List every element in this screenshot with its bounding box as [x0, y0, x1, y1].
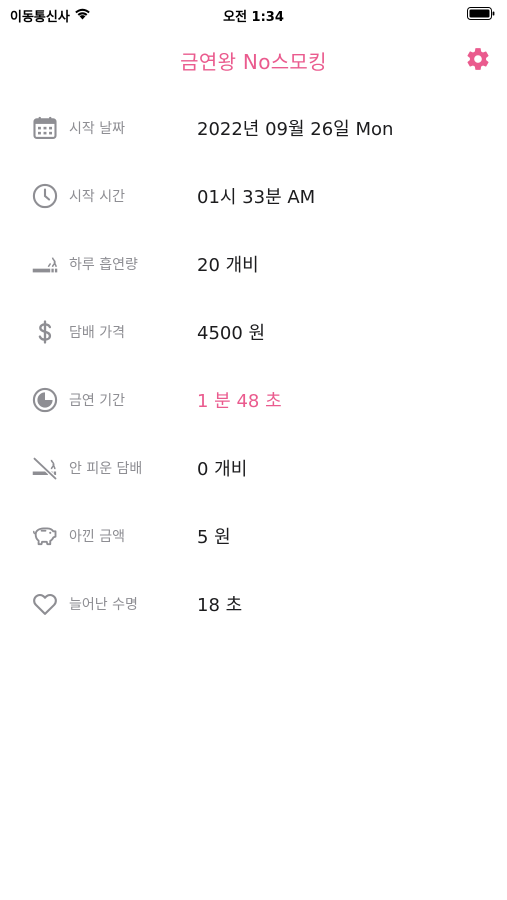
row-value: 4500 원: [197, 323, 266, 344]
row-value: 0 개비: [197, 459, 248, 480]
row-start-date: 시작 날짜 2022년 09월 26일 Mon: [0, 95, 507, 163]
gear-icon: [465, 46, 491, 72]
dollar-icon: [31, 318, 59, 346]
smoking-icon: [31, 250, 59, 278]
row-label: 하루 흡연량: [69, 257, 138, 273]
row-label: 아낀 금액: [69, 529, 125, 545]
page-title: 금연왕 No스모킹: [180, 50, 327, 74]
calendar-icon: [31, 114, 59, 142]
piggy-bank-icon: [31, 522, 59, 550]
row-value: 01시 33분 AM: [197, 187, 316, 208]
status-bar: 이동통신사 오전 1:34: [0, 0, 507, 30]
row-start-time: 시작 시간 01시 33분 AM: [0, 163, 507, 231]
row-label: 늘어난 수명: [69, 597, 138, 613]
row-quit-duration: 금연 기간 1 분 48 초: [0, 367, 507, 435]
heart-icon: [31, 590, 59, 618]
row-value: 20 개비: [197, 255, 259, 276]
row-label: 안 피운 담배: [69, 461, 143, 477]
row-label: 금연 기간: [69, 393, 125, 409]
row-label: 시작 시간: [69, 189, 125, 205]
stats-list: 시작 날짜 2022년 09월 26일 Mon 시작 시간 01시 33분 AM…: [0, 95, 507, 639]
timer-pie-icon: [31, 386, 59, 414]
row-value: 5 원: [197, 527, 231, 548]
row-value: 18 초: [197, 595, 243, 616]
row-life-gained: 늘어난 수명 18 초: [0, 571, 507, 639]
row-value: 1 분 48 초: [197, 391, 282, 412]
row-unsmoked-cigarettes: 안 피운 담배 0 개비: [0, 435, 507, 503]
row-money-saved: 아낀 금액 5 원: [0, 503, 507, 571]
row-cigarette-price: 담배 가격 4500 원: [0, 299, 507, 367]
row-label: 담배 가격: [69, 325, 125, 341]
row-value: 2022년 09월 26일 Mon: [197, 119, 394, 140]
settings-button[interactable]: [465, 46, 491, 72]
clock-icon: [31, 182, 59, 210]
status-time: 오전 1:34: [223, 10, 284, 25]
row-label: 시작 날짜: [69, 121, 125, 137]
no-smoking-icon: [31, 454, 59, 482]
row-daily-amount: 하루 흡연량 20 개비: [0, 231, 507, 299]
navigation-bar: 금연왕 No스모킹: [0, 36, 507, 80]
battery-icon: [467, 7, 495, 20]
